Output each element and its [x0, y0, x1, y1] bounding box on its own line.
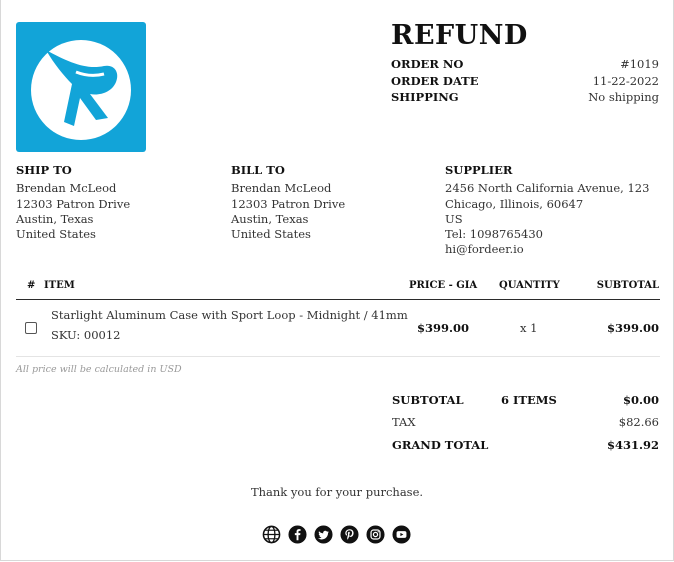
col-header-quantity: QUANTITY [499, 280, 560, 291]
ship-to-line: United States [16, 227, 96, 242]
items-count: 6 ITEMS [501, 393, 557, 407]
order-no-row: ORDER NO #1019 [391, 57, 659, 73]
facebook-icon[interactable] [288, 525, 307, 544]
tax-label: TAX [392, 415, 416, 429]
supplier-line: Chicago, Illinois, 60647 [445, 196, 584, 211]
item-name: Starlight Aluminum Case with Sport Loop … [51, 308, 408, 322]
order-no-label: ORDER NO [391, 57, 464, 71]
item-subtotal: $399.00 [606, 321, 659, 335]
supplier-line: Tel: 1098765430 [445, 227, 543, 242]
tax-value: $82.66 [618, 415, 659, 429]
brand-logo [16, 22, 146, 152]
globe-icon[interactable] [262, 525, 281, 544]
ship-to-block: SHIP TO Brendan McLeod 12303 Patron Driv… [16, 163, 130, 242]
currency-note: All price will be calculated in USD [16, 364, 182, 375]
order-date-value: 11-22-2022 [592, 74, 659, 88]
table-header-divider [16, 299, 660, 300]
subtotal-value: $0.00 [622, 393, 659, 407]
subtotal-label: SUBTOTAL [392, 393, 464, 407]
shipping-label: SHIPPING [391, 90, 459, 104]
grand-total-label: GRAND TOTAL [392, 438, 489, 452]
item-sku: SKU: 00012 [51, 328, 121, 342]
col-header-number: # [27, 280, 36, 291]
ship-to-line: Austin, Texas [16, 211, 94, 226]
thank-you-message: Thank you for your purchase. [250, 485, 424, 499]
supplier-line: 2456 North California Avenue, 123 [445, 181, 650, 196]
item-price: $399.00 [417, 321, 470, 335]
bill-to-line: United States [231, 227, 311, 242]
supplier-line: US [445, 211, 463, 226]
order-no-value: #1019 [620, 57, 659, 71]
pinterest-icon[interactable] [340, 525, 359, 544]
youtube-icon[interactable] [392, 525, 411, 544]
order-date-label: ORDER DATE [391, 74, 479, 88]
bill-to-line: Austin, Texas [231, 211, 309, 226]
item-quantity: x 1 [520, 321, 538, 335]
bill-to-line: Brendan McLeod [231, 181, 332, 196]
instagram-icon[interactable] [366, 525, 385, 544]
ship-to-line: 12303 Patron Drive [16, 196, 131, 211]
supplier-heading: SUPPLIER [445, 163, 513, 177]
table-row-divider [16, 356, 660, 357]
ship-to-heading: SHIP TO [16, 163, 72, 177]
shipping-row: SHIPPING No shipping [391, 90, 659, 106]
col-header-subtotal: SUBTOTAL [596, 280, 659, 291]
col-header-price: PRICE - GIA [409, 280, 478, 291]
col-header-item: ITEM [44, 280, 75, 291]
supplier-email: hi@fordeer.io [445, 242, 524, 257]
row-checkbox[interactable] [25, 322, 37, 334]
bill-to-block: BILL TO Brendan McLeod 12303 Patron Driv… [231, 163, 345, 242]
antelope-logo-icon [31, 40, 131, 140]
document-title: REFUND [391, 20, 528, 51]
bill-to-heading: BILL TO [231, 163, 285, 177]
ship-to-line: Brendan McLeod [16, 181, 117, 196]
supplier-block: SUPPLIER 2456 North California Avenue, 1… [445, 163, 649, 258]
bill-to-line: 12303 Patron Drive [231, 196, 346, 211]
twitter-icon[interactable] [314, 525, 333, 544]
shipping-value: No shipping [588, 90, 659, 104]
order-date-row: ORDER DATE 11-22-2022 [391, 74, 659, 90]
grand-total-value: $431.92 [606, 438, 659, 452]
